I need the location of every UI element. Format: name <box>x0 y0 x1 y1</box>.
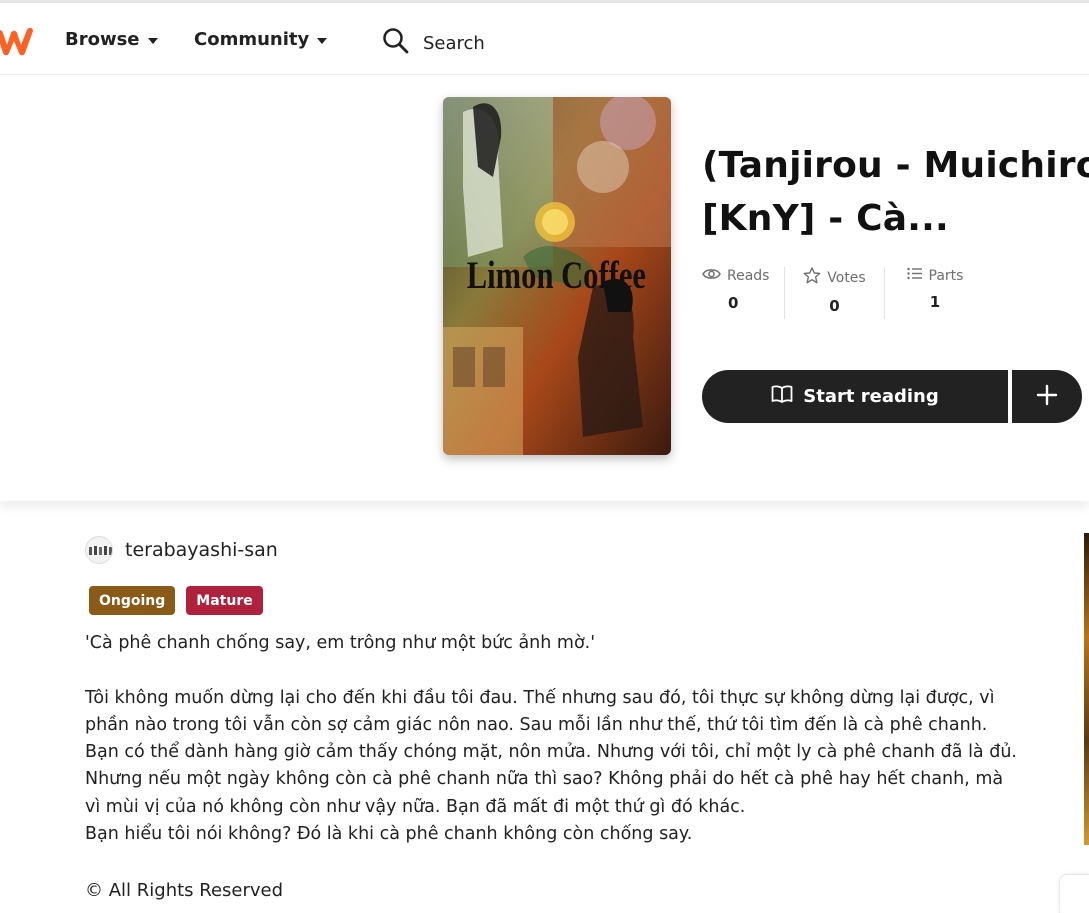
reads-stat: Reads 0 <box>702 267 785 319</box>
browse-label: Browse <box>65 29 140 50</box>
description-line: Bạn có thể dành hàng giờ cảm thấy chóng … <box>85 742 1017 763</box>
votes-stat: Votes 0 <box>785 267 885 319</box>
community-label: Community <box>194 29 310 50</box>
description-line: Nhưng nếu một ngày không còn cà phê chan… <box>85 769 1004 790</box>
search-icon <box>382 27 409 59</box>
start-reading-label: Start reading <box>803 386 939 407</box>
chevron-down-icon <box>147 37 158 44</box>
reads-value: 0 <box>728 294 739 312</box>
community-menu[interactable]: Community <box>194 29 328 50</box>
add-to-library-button[interactable] <box>1012 370 1082 423</box>
votes-value: 0 <box>829 297 840 315</box>
description-line: Bạn hiểu tôi nói không? Đó là khi cà phê… <box>85 824 693 845</box>
book-open-icon <box>771 385 793 408</box>
start-reading-button[interactable]: Start reading <box>702 370 1008 423</box>
story-title-line1: (Tanjirou - Muichirou) <box>702 145 1089 186</box>
story-title: (Tanjirou - Muichirou) [KnY] - Cà... <box>702 139 1089 245</box>
cover-title-text: Limon Coffee <box>467 253 646 296</box>
author-link[interactable]: terabayashi-san <box>85 536 278 564</box>
parts-value: 1 <box>929 293 941 311</box>
search-button[interactable]: Search <box>382 27 485 59</box>
copyright-notice: © All Rights Reserved <box>85 880 284 901</box>
top-navigation: Browse Community Search <box>0 0 1089 75</box>
description-line: phần nào trong tôi vẫn còn sợ cảm giác n… <box>85 714 988 735</box>
side-image-edge <box>1084 533 1089 845</box>
parts-label: Parts <box>928 267 964 284</box>
author-name: terabayashi-san <box>125 539 278 561</box>
mature-badge: Mature <box>186 586 263 615</box>
browse-menu[interactable]: Browse <box>65 29 158 50</box>
reads-label: Reads <box>727 268 770 284</box>
search-label: Search <box>423 32 485 54</box>
story-header: Limon Coffee (Tanjirou - Muichirou) [KnY… <box>0 75 1089 501</box>
chevron-down-icon <box>317 37 328 44</box>
star-icon <box>803 267 821 288</box>
votes-label: Votes <box>827 269 866 286</box>
list-icon <box>906 267 923 284</box>
description-line: vì mùi vị của nó không còn như vậy nữa. … <box>85 796 746 817</box>
eye-icon <box>702 267 721 285</box>
story-title-line2: [KnY] - Cà... <box>702 198 949 239</box>
plus-icon <box>1036 384 1058 410</box>
story-description: 'Cà phê chanh chống say, em trông như mộ… <box>85 630 1017 848</box>
story-tags: Ongoing Mature <box>89 586 263 615</box>
description-line: Tôi không muốn dừng lại cho đến khi đầu … <box>85 687 995 708</box>
description-line: 'Cà phê chanh chống say, em trông như mộ… <box>85 633 596 653</box>
story-stats: Reads 0 Votes 0 Parts 1 <box>702 267 985 319</box>
parts-stat: Parts 1 <box>885 267 985 319</box>
ongoing-badge: Ongoing <box>89 586 176 615</box>
avatar <box>85 536 113 564</box>
story-cover-image[interactable]: Limon Coffee <box>443 97 671 455</box>
wattpad-logo-icon[interactable] <box>0 23 40 59</box>
floating-widget[interactable] <box>1059 874 1089 913</box>
